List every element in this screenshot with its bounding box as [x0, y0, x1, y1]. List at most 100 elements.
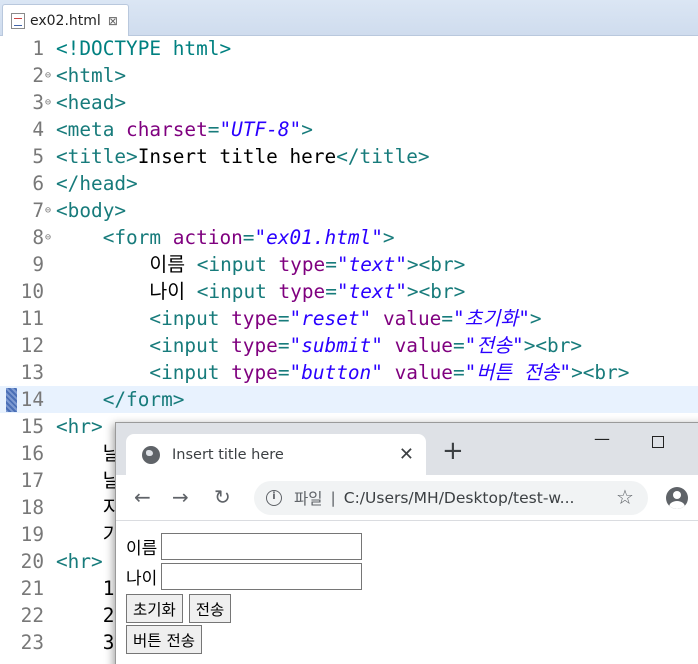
- editor-tab-ex02[interactable]: ex02.html ⊠: [2, 4, 129, 36]
- age-label: 나이: [126, 569, 158, 589]
- code-text: <hr>: [56, 413, 103, 440]
- code-token: 가: [56, 523, 121, 546]
- code-text: 가: [56, 521, 121, 548]
- bookmark-star-icon[interactable]: ☆: [616, 486, 634, 508]
- code-token: ><br>: [406, 253, 466, 276]
- code-token: <hr>: [56, 550, 103, 573]
- code-token: "전송": [464, 334, 524, 357]
- code-line[interactable]: 5 <title>Insert title here</title>: [0, 143, 698, 170]
- profile-avatar-icon[interactable]: [666, 487, 688, 509]
- code-token: Insert title here: [137, 145, 337, 168]
- code-token: "UTF-8": [219, 118, 302, 141]
- code-text: <hr>: [56, 548, 103, 575]
- close-icon[interactable]: ⊠: [108, 14, 118, 28]
- code-line[interactable]: 2 ⊖ <html>: [0, 62, 698, 89]
- info-icon[interactable]: i: [266, 490, 282, 506]
- address-bar[interactable]: i 파일 | C:/Users/MH/Desktop/test-w...: [254, 481, 648, 515]
- minimize-button[interactable]: —: [594, 429, 610, 448]
- code-line[interactable]: 3 ⊖ <head>: [0, 89, 698, 116]
- code-text: <!DOCTYPE html>: [56, 35, 231, 62]
- code-line[interactable]: 4 <meta charset="UTF-8">: [0, 116, 698, 143]
- code-text: <html>: [56, 62, 126, 89]
- reset-button[interactable]: 초기화: [126, 594, 183, 623]
- code-text: 날: [56, 440, 121, 467]
- code-token: "버튼 전송": [464, 361, 572, 384]
- code-token: 1: [56, 577, 115, 600]
- code-token: <!DOCTYPE html>: [56, 37, 232, 60]
- code-token: =: [441, 307, 453, 330]
- code-token: "text": [336, 280, 407, 303]
- code-token: "ex01.html": [254, 226, 383, 249]
- code-text: 이름 <input type="text"><br>: [56, 251, 465, 278]
- code-token: =: [207, 118, 220, 141]
- reload-icon[interactable]: ↻: [214, 485, 231, 509]
- browser-tab-title: Insert title here: [172, 446, 284, 463]
- code-text: <input type="reset" value="초기화">: [56, 305, 542, 332]
- code-line[interactable]: 14 </form>: [0, 386, 698, 413]
- code-token: =: [277, 334, 290, 357]
- line-number: 11: [20, 307, 44, 330]
- code-token: <title>: [56, 145, 138, 168]
- code-line[interactable]: 9 이름 <input type="text"><br>: [0, 251, 698, 278]
- code-line[interactable]: 12 <input type="submit" value="전송"><br>: [0, 332, 698, 359]
- browser-tab[interactable]: Insert title here ✕: [126, 434, 426, 475]
- line-number: 21: [20, 577, 44, 600]
- code-line[interactable]: 10 나이 <input type="text"><br>: [0, 278, 698, 305]
- fold-toggle-icon[interactable]: ⊖: [45, 62, 51, 89]
- fold-toggle-icon[interactable]: ⊖: [45, 197, 51, 224]
- line-number: 2: [32, 64, 44, 87]
- code-text: <body>: [56, 197, 126, 224]
- code-text: 나이 <input type="text"><br>: [56, 278, 465, 305]
- line-number: 12: [20, 334, 44, 357]
- line-number: 20: [20, 550, 44, 573]
- line-number: 14: [20, 388, 44, 411]
- new-tab-button[interactable]: +: [442, 438, 464, 464]
- line-number: 10: [20, 280, 44, 303]
- age-input[interactable]: [161, 563, 363, 590]
- code-token: 지: [56, 496, 121, 519]
- code-token: </head>: [56, 172, 138, 195]
- code-token: <input: [56, 307, 232, 330]
- line-number: 23: [20, 631, 44, 654]
- url-text[interactable]: C:/Users/MH/Desktop/test-w...: [344, 489, 575, 507]
- code-line[interactable]: 8 ⊖ <form action="ex01.html">: [0, 224, 698, 251]
- submit-button[interactable]: 전송: [188, 594, 232, 623]
- code-token: type: [231, 307, 278, 330]
- age-row: 나이: [126, 563, 363, 590]
- browser-title-bar: Insert title here ✕ + —: [116, 423, 698, 475]
- line-number: 4: [32, 118, 44, 141]
- code-token: 날: [56, 469, 121, 492]
- code-line[interactable]: 11 <input type="reset" value="초기화">: [0, 305, 698, 332]
- code-token: </form>: [56, 388, 185, 411]
- code-token: =: [277, 307, 290, 330]
- code-token: 2: [56, 604, 115, 627]
- code-token: "reset": [289, 307, 372, 330]
- line-number: 6: [32, 172, 44, 195]
- code-line[interactable]: 7 ⊖ <body>: [0, 197, 698, 224]
- code-token: </title>: [336, 145, 430, 168]
- line-number: 7: [32, 199, 44, 222]
- code-token: <input: [196, 280, 279, 303]
- origin-label: 파일: [294, 490, 323, 508]
- maximize-button[interactable]: [652, 436, 664, 448]
- fold-toggle-icon[interactable]: ⊖: [45, 224, 51, 251]
- code-line[interactable]: 6 </head>: [0, 170, 698, 197]
- code-token: type: [231, 361, 278, 384]
- close-tab-icon[interactable]: ✕: [399, 444, 414, 465]
- code-token: >: [529, 307, 542, 330]
- line-number: 13: [20, 361, 44, 384]
- code-token: =: [277, 361, 290, 384]
- back-icon[interactable]: ←: [134, 485, 151, 509]
- code-token: action: [172, 226, 243, 249]
- code-line[interactable]: 13 <input type="button" value="버튼 전송"><b…: [0, 359, 698, 386]
- code-token: 3: [56, 631, 115, 654]
- code-token: >: [301, 118, 313, 141]
- origin-separator: |: [330, 489, 336, 507]
- code-line[interactable]: 1 <!DOCTYPE html>: [0, 35, 698, 62]
- code-text: </head>: [56, 170, 138, 197]
- name-input[interactable]: [161, 533, 363, 560]
- editor-tab-title: ex02.html: [30, 12, 101, 29]
- send-button[interactable]: 버튼 전송: [126, 625, 202, 654]
- forward-icon[interactable]: →: [172, 485, 189, 509]
- fold-toggle-icon[interactable]: ⊖: [45, 89, 51, 116]
